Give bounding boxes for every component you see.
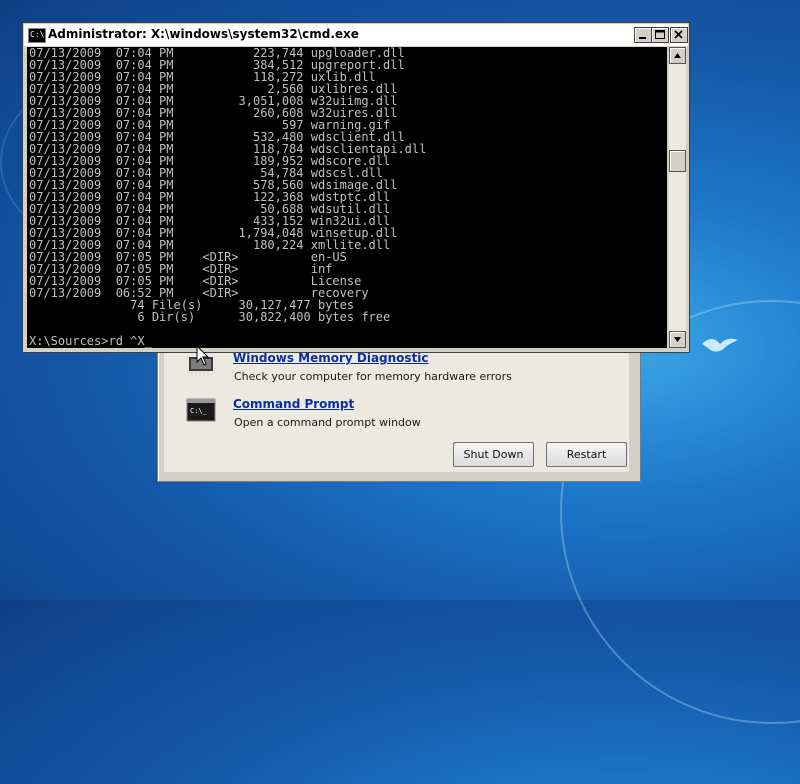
console-line: X:\Sources>rd ^X_ — [29, 334, 152, 348]
console-output[interactable]: 07/13/2009 07:04 PM 223,744 upgloader.dl… — [27, 47, 667, 348]
console-line: 6 Dir(s) 30,822,400 bytes free — [29, 310, 391, 324]
command-prompt-description: Open a command prompt window — [234, 416, 421, 429]
command-prompt-link[interactable]: Command Prompt — [233, 397, 354, 411]
scroll-thumb[interactable] — [669, 150, 686, 172]
close-button[interactable] — [670, 27, 688, 43]
minimize-icon — [639, 37, 646, 39]
close-icon — [674, 30, 683, 39]
cmd-app-icon: C:\ — [28, 28, 46, 43]
arrow-up-icon — [674, 53, 681, 58]
vertical-scrollbar[interactable] — [669, 47, 686, 348]
command-prompt-window[interactable]: C:\ Administrator: X:\windows\system32\c… — [22, 22, 690, 353]
scroll-up-button[interactable] — [669, 47, 686, 64]
maximize-icon — [655, 30, 665, 39]
cmd-app-icon-text: C:\ — [30, 30, 45, 39]
memory-diagnostic-link[interactable]: Windows Memory Diagnostic — [233, 351, 429, 365]
wallpaper-bird-icon — [702, 338, 738, 352]
window-title: Administrator: X:\windows\system32\cmd.e… — [48, 27, 359, 41]
shut-down-button[interactable]: Shut Down — [453, 442, 534, 467]
console-text: 07/13/2009 07:04 PM 223,744 upgloader.dl… — [29, 47, 426, 347]
minimize-button[interactable] — [634, 27, 652, 43]
svg-text:C:\_: C:\_ — [190, 407, 208, 415]
restart-button[interactable]: Restart — [546, 442, 627, 467]
memory-diagnostic-description: Check your computer for memory hardware … — [234, 370, 512, 383]
mouse-pointer-icon — [196, 345, 210, 366]
arrow-down-icon — [674, 337, 681, 342]
window-titlebar[interactable]: C:\ Administrator: X:\windows\system32\c… — [24, 24, 688, 46]
maximize-button[interactable] — [651, 27, 669, 43]
command-prompt-icon: C:\_ — [186, 398, 216, 422]
scroll-down-button[interactable] — [669, 331, 686, 348]
